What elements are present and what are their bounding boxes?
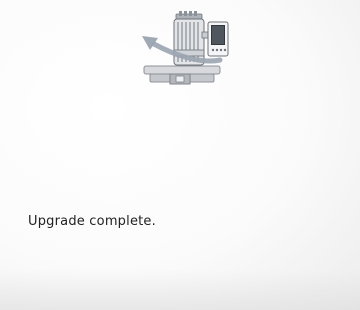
embroidery-machine-upgrade-icon [142,11,229,85]
status-message: Upgrade complete. [28,214,156,229]
upgrade-complete-screen: Upgrade complete. [0,0,360,310]
